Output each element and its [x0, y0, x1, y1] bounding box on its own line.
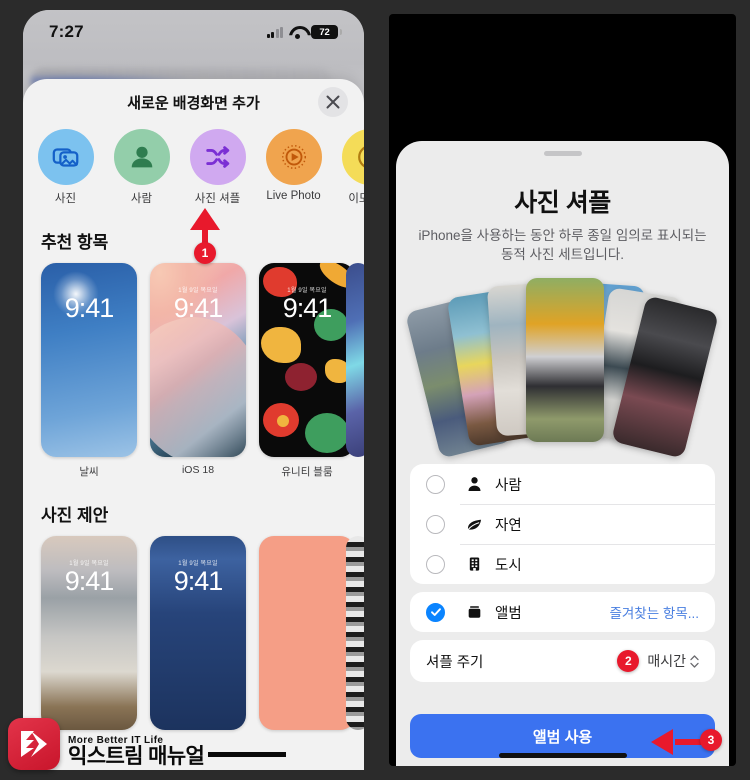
wallpaper-card[interactable]: 9:41 날씨 [41, 263, 137, 479]
battery-icon: 72 [311, 25, 342, 39]
emoji-icon [341, 129, 364, 185]
watermark-name: 익스트림 매뉴얼 [68, 745, 287, 768]
wallpaper-preview: 1월 9일 목요일 9:41 [150, 536, 246, 730]
wallpaper-label: 날씨 [79, 466, 99, 478]
category-label: 사진 셔플 [194, 193, 241, 205]
home-indicator [498, 753, 627, 758]
photo-fan-preview [396, 276, 729, 460]
status-bar-indicators: 72 [266, 25, 342, 39]
option-label: 앨범 [495, 605, 522, 622]
wallpaper-card[interactable]: 1월 9일 목요일 9:41 iOS 18 [150, 263, 246, 479]
battery-level-label: 72 [319, 26, 330, 38]
option-label: 자연 [495, 517, 522, 534]
wallpaper-preview: 1월 9일 목요일 9:41 [150, 263, 246, 457]
photos-icon [37, 129, 94, 185]
wallpaper-time: 9:41 [64, 566, 115, 596]
category-emoji[interactable]: 이모티콘 [341, 129, 364, 206]
sheet-title: 새로운 배경화면 추가 [127, 95, 260, 112]
wallpaper-time: 9:41 [64, 293, 115, 323]
category-label: 사람 [130, 193, 153, 205]
radio-unchecked-icon[interactable] [426, 514, 445, 534]
album-option-group: 앨범 즐겨찾는 항목... [410, 592, 715, 633]
photo-shuffle-sheet: 사진 셔플 iPhone을 사용하는 동안 하루 종일 임의로 표시되는 동적 … [396, 141, 729, 766]
right-phone-screen: 사진 셔플 iPhone을 사용하는 동안 하루 종일 임의로 표시되는 동적 … [389, 14, 736, 766]
status-bar-time: 7:27 [49, 22, 84, 41]
category-label: Live Photo [266, 190, 321, 202]
page-title: 사진 셔플 [514, 189, 611, 217]
featured-wallpaper-row: 9:41 날씨 1월 9일 목요일 9:41 iOS 18 1월 9일 목요일 … [23, 263, 364, 479]
wallpaper-time: 9:41 [173, 293, 224, 323]
wallpaper-label: 유니티 블룸 [281, 466, 333, 478]
radio-unchecked-icon[interactable] [426, 554, 445, 574]
option-row-nature[interactable]: 자연 [410, 504, 715, 544]
shuffle-frequency-value: 매시간 [647, 653, 686, 670]
category-live-photo[interactable]: Live Photo [265, 129, 322, 206]
wallpaper-card[interactable] [259, 536, 355, 730]
left-phone-screenshot: 7:27 72 새로운 배경화면 추가 사진 사람 사진 셔플 Live Pho… [0, 0, 375, 780]
leaf-icon [463, 516, 485, 532]
category-label: 이모티콘 [348, 193, 364, 205]
option-row-city[interactable]: 도시 [410, 544, 715, 584]
category-people[interactable]: 사람 [113, 129, 170, 206]
wallpaper-card[interactable]: 1월 9일 목요일 9:41 [41, 536, 137, 730]
chevron-updown-icon[interactable] [690, 655, 699, 668]
radio-unchecked-icon[interactable] [426, 474, 445, 494]
sheet-grabber-icon[interactable] [543, 151, 582, 156]
watermark-text: More Better IT Life 익스트림 매뉴얼 [68, 735, 287, 770]
screenshot-root: 7:27 72 새로운 배경화면 추가 사진 사람 사진 셔플 Live Pho… [0, 0, 750, 780]
left-phone-screen: 7:27 72 새로운 배경화면 추가 사진 사람 사진 셔플 Live Pho… [23, 10, 364, 770]
wallpaper-preview: 1월 9일 목요일 9:41 [259, 263, 355, 457]
wallpaper-preview: 9:41 [41, 263, 137, 457]
option-label: 도시 [495, 557, 522, 574]
cellular-bars-icon [266, 26, 283, 38]
photo-suggestion-row: 1월 9일 목요일 9:41 1월 9일 목요일 9:41 [23, 536, 364, 730]
album-icon [463, 604, 485, 620]
option-label: 사람 [495, 477, 522, 494]
annotation-badge-1: 1 [194, 242, 216, 264]
photo-4 [526, 278, 604, 443]
person-icon [463, 476, 485, 492]
wifi-icon [289, 26, 305, 39]
shuffle-frequency-group: 셔플 주기 2 매시간 [410, 640, 715, 683]
wallpaper-label: iOS 18 [181, 464, 215, 476]
wallpaper-card[interactable]: 1월 9일 목요일 9:41 [150, 536, 246, 730]
live-photo-icon [265, 129, 322, 185]
person-icon [113, 129, 170, 185]
extreme-manual-logo [8, 718, 60, 770]
option-row-people[interactable]: 사람 [410, 464, 715, 504]
add-wallpaper-sheet: 새로운 배경화면 추가 사진 사람 사진 셔플 Live Photo 이 추천 … [23, 79, 364, 770]
shuffle-frequency-label: 셔플 주기 [426, 654, 484, 671]
watermark: More Better IT Life 익스트림 매뉴얼 [8, 718, 287, 770]
wallpaper-card-partial[interactable] [346, 263, 364, 457]
wallpaper-preview [259, 536, 355, 730]
sheet-header: 새로운 배경화면 추가 [23, 79, 364, 127]
category-photo-shuffle[interactable]: 사진 셔플 [189, 129, 246, 206]
close-button[interactable] [318, 87, 348, 117]
shuffle-frequency-value-group[interactable]: 2 매시간 [617, 650, 699, 673]
wallpaper-card-partial[interactable] [346, 536, 364, 730]
wallpaper-time: 9:41 [282, 293, 333, 323]
wallpaper-preview: 1월 9일 목요일 9:41 [41, 536, 137, 730]
status-bar: 7:27 72 [23, 10, 364, 54]
wallpaper-time: 9:41 [173, 566, 224, 596]
wallpaper-card[interactable]: 1월 9일 목요일 9:41 유니티 블룸 [259, 263, 355, 479]
annotation-badge-2: 2 [617, 650, 640, 673]
shuffle-icon [189, 129, 246, 185]
wallpaper-category-row: 사진 사람 사진 셔플 Live Photo 이 [23, 127, 364, 206]
shuffle-frequency-row[interactable]: 셔플 주기 2 매시간 [410, 640, 715, 682]
close-icon [326, 95, 340, 109]
annotation-badge-3: 3 [700, 729, 722, 751]
radio-checked-icon[interactable] [426, 602, 445, 622]
building-icon [463, 556, 485, 572]
shuffle-source-options: 사람 자연 도시 [410, 464, 715, 585]
watermark-rule [208, 751, 287, 757]
category-photos[interactable]: 사진 [37, 129, 94, 206]
category-label: 사진 [54, 193, 77, 205]
section-title-photo-suggestions: 사진 제안 [41, 506, 109, 525]
option-row-album[interactable]: 앨범 즐겨찾는 항목... [410, 592, 715, 632]
album-value-link[interactable]: 즐겨찾는 항목... [609, 602, 699, 622]
page-subtitle: iPhone을 사용하는 동안 하루 종일 임의로 표시되는 동적 사진 세트입… [418, 228, 707, 263]
right-phone-screenshot: 사진 셔플 iPhone을 사용하는 동안 하루 종일 임의로 표시되는 동적 … [375, 0, 750, 780]
